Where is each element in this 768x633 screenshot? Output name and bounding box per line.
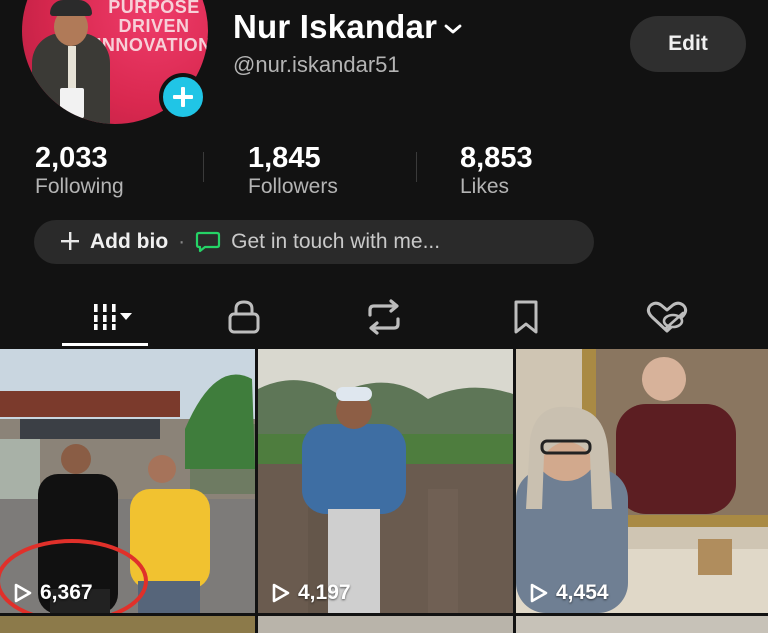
video-thumbnail[interactable] <box>516 616 768 633</box>
stat-value: 1,845 <box>248 142 321 174</box>
get-in-touch-link[interactable]: Get in touch with me... <box>231 230 440 254</box>
tab-favorites[interactable] <box>496 292 556 342</box>
stat-divider <box>416 152 417 182</box>
avatar-container: PURPOSE DRIVEN INNOVATION <box>22 0 208 124</box>
grid-bars-icon <box>94 304 132 330</box>
bio-separator: · <box>178 230 186 253</box>
play-icon <box>530 583 548 603</box>
lock-icon <box>228 300 260 334</box>
add-bio-button[interactable]: Add bio <box>90 230 168 254</box>
message-icon <box>195 230 221 254</box>
video-thumbnail[interactable] <box>0 616 255 633</box>
stat-divider <box>203 152 204 182</box>
plus-icon <box>173 87 193 107</box>
stat-label: Following <box>35 175 124 198</box>
stat-likes[interactable]: 8,853 Likes <box>460 142 533 200</box>
view-count: 4,454 <box>530 581 609 605</box>
view-count: 4,197 <box>272 581 351 605</box>
stat-following[interactable]: 2,033 Following <box>35 142 124 200</box>
avatar-lanyard <box>68 46 76 94</box>
stat-followers[interactable]: 1,845 Followers <box>248 142 338 200</box>
bookmark-icon <box>514 300 538 334</box>
avatar-banner-text: PURPOSE DRIVEN INNOVATION <box>96 0 208 55</box>
stat-label: Likes <box>460 175 510 198</box>
stat-label: Followers <box>248 175 338 198</box>
chevron-down-icon <box>444 24 462 34</box>
active-tab-indicator <box>62 343 148 346</box>
bio-bar: Add bio · Get in touch with me... <box>34 220 594 264</box>
video-thumbnail[interactable]: 4,454 <box>516 349 768 613</box>
avatar-badge-card <box>60 88 84 118</box>
video-thumbnail-image <box>258 349 513 613</box>
video-thumbnail[interactable]: 4,197 <box>258 349 513 613</box>
tab-videos[interactable] <box>62 292 148 342</box>
tab-liked[interactable] <box>636 292 698 342</box>
tab-private[interactable] <box>214 292 274 342</box>
video-thumbnail[interactable] <box>258 616 513 633</box>
play-icon <box>272 583 290 603</box>
repost-icon <box>368 299 400 335</box>
profile-handle: @nur.iskandar51 <box>233 52 400 77</box>
heart-hidden-icon <box>646 301 688 333</box>
view-count: 6,367 <box>14 581 93 605</box>
add-photo-button[interactable] <box>159 73 207 121</box>
video-thumbnail-image <box>516 349 768 613</box>
video-thumbnail[interactable]: 6,367 <box>0 349 255 613</box>
plus-icon <box>60 229 80 255</box>
profile-name: Nur Iskandar <box>233 8 438 45</box>
stat-value: 2,033 <box>35 142 108 174</box>
stat-value: 8,853 <box>460 142 533 174</box>
video-thumbnail-image <box>0 349 255 613</box>
account-switcher[interactable]: Nur Iskandar <box>233 8 463 46</box>
profile-page: PURPOSE DRIVEN INNOVATION Nur Iskandar @… <box>0 0 768 633</box>
edit-profile-button[interactable]: Edit <box>630 16 746 72</box>
avatar-person-cap <box>50 0 92 16</box>
play-icon <box>14 583 32 603</box>
tab-reposts[interactable] <box>354 292 414 342</box>
